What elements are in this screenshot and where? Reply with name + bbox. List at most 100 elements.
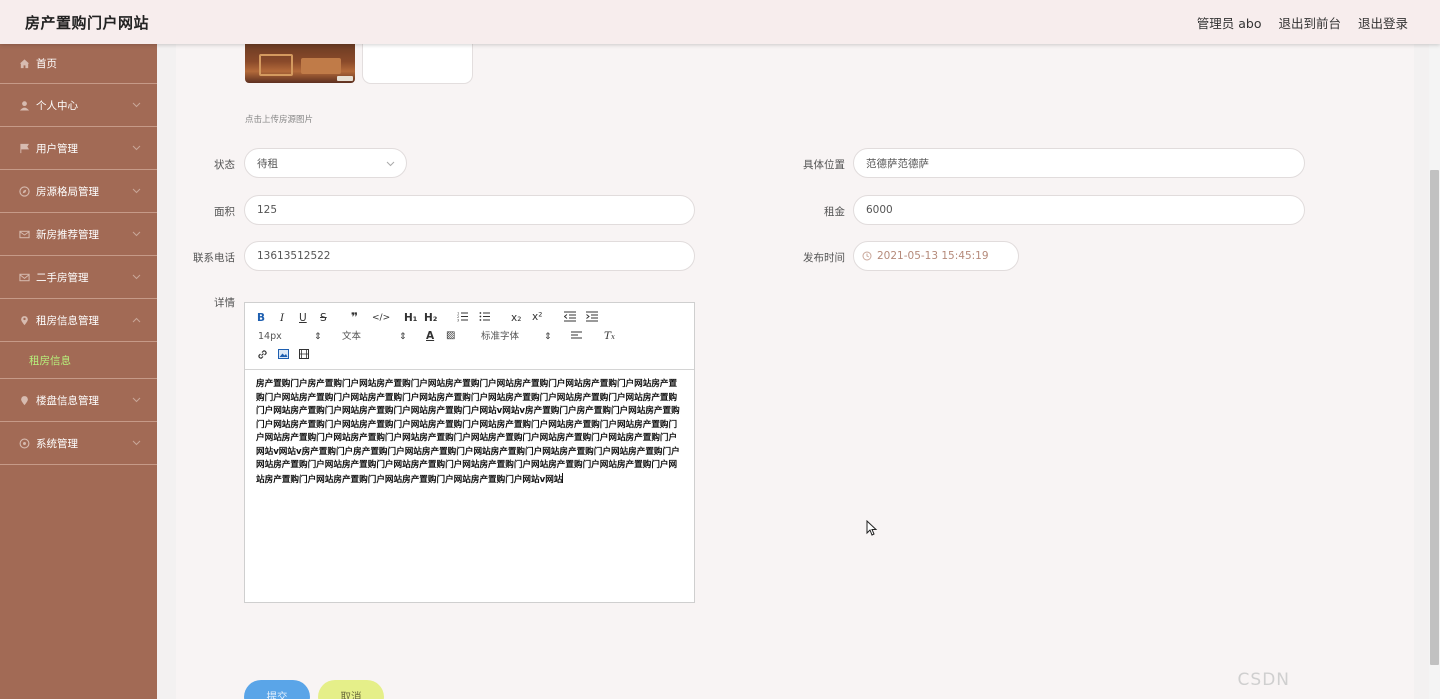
scrollbar-thumb[interactable] (1430, 170, 1439, 665)
chevron-up-icon (132, 314, 141, 326)
status-label: 状态 (214, 159, 235, 171)
image-upload-box[interactable] (362, 44, 473, 84)
sidebar-item-label: 二手房管理 (36, 271, 89, 284)
flag-icon (18, 142, 30, 154)
background-color-icon[interactable]: ▨ (446, 330, 455, 342)
status-select[interactable]: 待租 (244, 148, 407, 178)
sidebar-item-label: 楼盘信息管理 (36, 394, 99, 407)
sidebar-subitem-rental[interactable]: 租房信息 (0, 342, 157, 379)
sidebar-item-label: 用户管理 (36, 142, 78, 155)
editor-text: 房产置购门户房产置购门户网站房产置购门户网站房产置购门户网站房产置购门户网站房产… (256, 379, 680, 485)
top-header: 房产置购门户网站 管理员 abo 退出到前台 退出登录 (0, 0, 1440, 44)
home-icon (18, 58, 30, 70)
clear-format-icon[interactable]: Tx (604, 330, 615, 343)
chevron-down-icon (132, 437, 141, 449)
sidebar-item-rental-info[interactable]: 租房信息管理 (0, 299, 157, 342)
top-nav: 管理员 abo 退出到前台 退出登录 (1197, 13, 1408, 32)
location-input[interactable]: 范德萨范德萨 (853, 148, 1305, 178)
font-color-button[interactable]: A (426, 330, 434, 342)
sidebar-item-user-management[interactable]: 用户管理 (0, 127, 157, 170)
image-tag (337, 76, 353, 81)
area-value: 125 (257, 204, 278, 216)
link-icon[interactable] (257, 349, 268, 363)
phone-label: 联系电话 (193, 252, 235, 264)
furniture-shape (301, 58, 341, 74)
site-brand: 房产置购门户网站 (25, 14, 150, 32)
sidebar: 首页 个人中心 用户管理 房源格局管理 新房推荐管理 二手房管理 租房信息管理 … (0, 44, 157, 699)
strike-button[interactable]: S (320, 312, 327, 324)
sidebar-item-label: 系统管理 (36, 437, 78, 450)
italic-button[interactable]: I (280, 312, 284, 324)
chevron-down-icon (386, 158, 395, 170)
sidebar-item-label: 租房信息管理 (36, 314, 99, 327)
sidebar-item-property-info[interactable]: 楼盘信息管理 (0, 379, 157, 422)
image-icon[interactable] (278, 349, 289, 362)
block-format-select[interactable]: 文本 (342, 331, 361, 343)
watermark: CSDN (1237, 670, 1290, 690)
location-value: 范德萨范德萨 (866, 157, 929, 170)
sidebar-item-second-hand[interactable]: 二手房管理 (0, 256, 157, 299)
cancel-button[interactable]: 取消 (318, 680, 384, 699)
indent-icon[interactable] (586, 311, 598, 325)
font-family-value: 标准字体 (481, 331, 520, 342)
outdent-icon[interactable] (563, 311, 576, 325)
video-icon[interactable] (299, 349, 309, 362)
blockquote-button[interactable]: ❞ (351, 311, 358, 323)
svg-text:3: 3 (457, 319, 459, 323)
rent-input[interactable]: 6000 (853, 195, 1305, 225)
ordered-list-icon[interactable]: 123 (457, 311, 469, 325)
gear-icon (18, 437, 30, 449)
admin-user-label[interactable]: 管理员 abo (1197, 13, 1262, 32)
block-format-value: 文本 (342, 331, 362, 342)
sidebar-item-layout-management[interactable]: 房源格局管理 (0, 170, 157, 213)
exit-to-front-link[interactable]: 退出到前台 (1278, 13, 1341, 32)
editor-content[interactable]: 房产置购门户房产置购门户网站房产置购门户网站房产置购门户网站房产置购门户网站房产… (245, 370, 694, 487)
heading1-button[interactable]: H₁ (404, 312, 417, 324)
code-block-button[interactable]: </> (372, 312, 390, 324)
location-icon (18, 314, 30, 326)
font-size-value: 14px (258, 331, 282, 342)
sidebar-item-home[interactable]: 首页 (0, 44, 157, 84)
house-image-thumbnail[interactable] (245, 44, 355, 83)
furniture-shape (259, 54, 293, 76)
bold-button[interactable]: B (257, 312, 265, 324)
publish-time-value: 2021-05-13 15:45:19 (877, 250, 989, 262)
editor-toolbar: B I U S ❞ </> H₁ H₂ 123 x₂ x² 14px ⇕ 文本 … (245, 303, 694, 370)
logout-link[interactable]: 退出登录 (1358, 13, 1408, 32)
chevron-down-icon (132, 185, 141, 197)
upload-hint: 点击上传房源图片 (245, 115, 314, 125)
bullet-list-icon[interactable] (479, 311, 491, 325)
sidebar-item-system-management[interactable]: 系统管理 (0, 422, 157, 465)
align-left-icon[interactable] (571, 331, 582, 344)
publish-time-picker[interactable]: 2021-05-13 15:45:19 (853, 241, 1019, 271)
submit-button[interactable]: 提交 (244, 680, 310, 699)
compass-icon (18, 185, 30, 197)
sidebar-item-label: 房源格局管理 (36, 185, 99, 198)
heading2-button[interactable]: H₂ (424, 312, 437, 324)
area-label: 面积 (214, 206, 235, 218)
font-size-select[interactable]: 14px (258, 331, 282, 343)
mouse-cursor-icon (866, 519, 878, 540)
underline-button[interactable]: U (299, 312, 307, 324)
chevron-down-icon (132, 99, 141, 111)
rent-label: 租金 (824, 206, 845, 218)
rent-value: 6000 (866, 204, 893, 216)
sidebar-item-label: 新房推荐管理 (36, 228, 99, 241)
status-value: 待租 (257, 157, 278, 170)
pin-icon (18, 394, 30, 406)
sidebar-item-label: 个人中心 (36, 99, 78, 112)
sidebar-item-new-house-recommend[interactable]: 新房推荐管理 (0, 213, 157, 256)
font-size-chevron-icon: ⇕ (314, 332, 322, 342)
sidebar-subitem-label: 租房信息 (29, 354, 71, 367)
subscript-button[interactable]: x₂ (511, 312, 521, 324)
phone-input[interactable]: 13613512522 (244, 241, 695, 271)
superscript-button[interactable]: x² (532, 311, 542, 323)
user-icon (18, 99, 30, 111)
font-family-select[interactable]: 标准字体 (481, 331, 519, 343)
chevron-down-icon (132, 394, 141, 406)
sidebar-item-label: 首页 (36, 58, 57, 70)
sidebar-item-personal-center[interactable]: 个人中心 (0, 84, 157, 127)
location-label: 具体位置 (803, 159, 845, 171)
chevron-down-icon (132, 142, 141, 154)
area-input[interactable]: 125 (244, 195, 695, 225)
